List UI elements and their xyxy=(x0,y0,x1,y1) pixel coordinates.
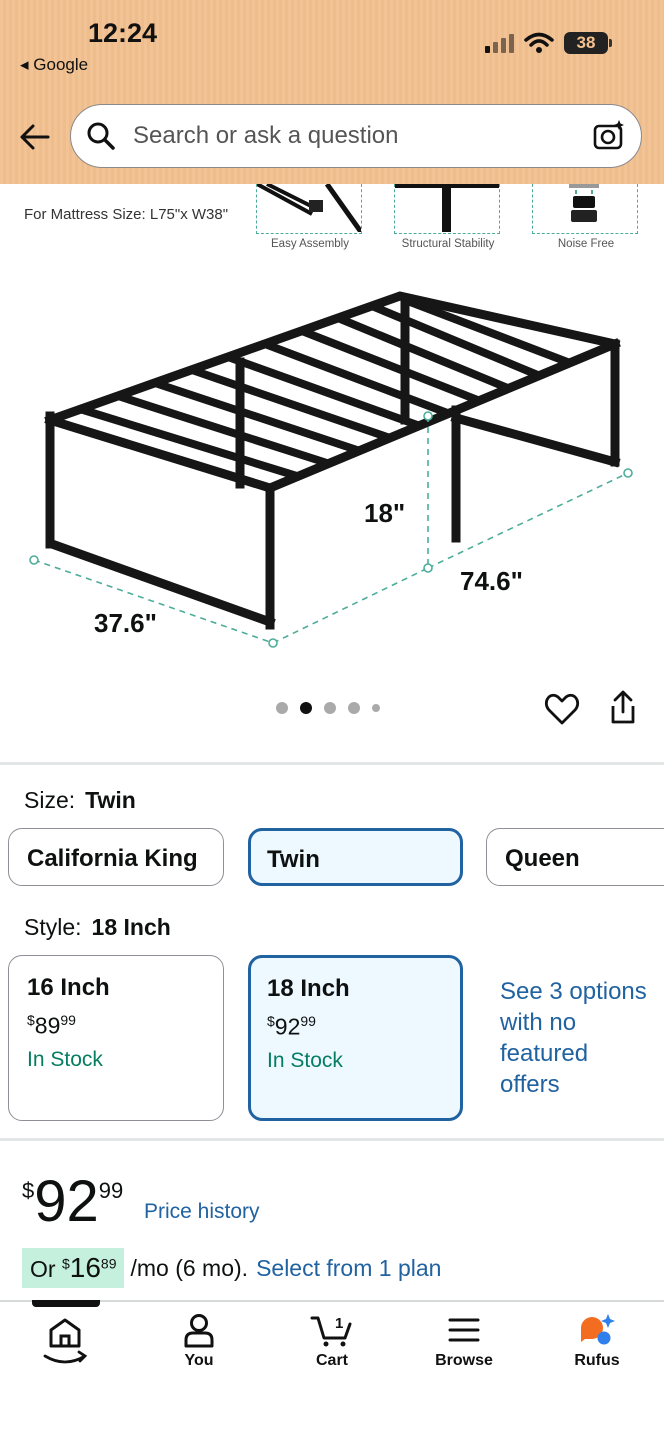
style-label: Style: xyxy=(24,914,82,940)
section-divider xyxy=(0,762,664,765)
carousel-dot-active[interactable] xyxy=(300,702,312,714)
style-option-16-inch[interactable]: 16 Inch $8999 In Stock xyxy=(8,955,224,1121)
search-input[interactable] xyxy=(131,121,575,151)
back-app-label: Google xyxy=(33,55,89,74)
carousel-dot[interactable] xyxy=(276,702,288,714)
monthly-payment-row: Or $1689 /mo (6 mo). Select from 1 plan xyxy=(22,1248,441,1288)
nav-cart[interactable]: 1 Cart xyxy=(277,1312,387,1370)
nav-you[interactable]: You xyxy=(144,1312,254,1370)
nav-label-rufus: Rufus xyxy=(574,1352,620,1369)
feature-label-structural-stability: Structural Stability xyxy=(401,238,495,250)
price-history-link[interactable]: Price history xyxy=(144,1200,260,1224)
carousel-dot[interactable] xyxy=(372,704,380,712)
feature-box-easy-assembly xyxy=(256,182,364,234)
menu-icon xyxy=(448,1318,480,1342)
style-label-row: Style: 18 Inch xyxy=(24,914,171,941)
size-option-label: Twin xyxy=(267,846,320,873)
search-bar[interactable] xyxy=(70,104,642,168)
nav-home[interactable] xyxy=(10,1312,120,1368)
see-more-options-link[interactable]: See 3 options with no featured offers xyxy=(500,976,650,1100)
cart-count: 1 xyxy=(335,1315,343,1332)
home-icon xyxy=(43,1318,88,1364)
dimension-height: 18" xyxy=(364,498,406,528)
section-divider xyxy=(0,1138,664,1141)
mattress-size-caption: For Mattress Size: L75"x W38" xyxy=(24,206,229,223)
carousel-dot[interactable] xyxy=(348,702,360,714)
bed-frame-image xyxy=(29,291,633,648)
size-option-queen[interactable]: Queen xyxy=(486,828,664,886)
wifi-icon xyxy=(524,32,554,53)
active-tab-indicator xyxy=(32,1300,100,1307)
dimension-length: 74.6" xyxy=(460,566,523,596)
nav-label-you: You xyxy=(184,1352,214,1369)
feature-label-noise-free: Noise Free xyxy=(557,238,615,250)
feature-label-easy-assembly: Easy Assembly xyxy=(271,238,349,250)
size-value: Twin xyxy=(85,787,136,813)
battery-icon: 38 xyxy=(564,32,612,54)
cellular-signal-icon xyxy=(485,33,514,53)
camera-search-icon[interactable] xyxy=(591,118,627,154)
style-option-18-inch[interactable]: 18 Inch $9299 In Stock xyxy=(248,955,463,1121)
status-time: 12:24 xyxy=(88,18,158,48)
style-option-stock: In Stock xyxy=(267,1048,343,1072)
select-plan-link[interactable]: Select from 1 plan xyxy=(256,1255,441,1282)
style-value: 18 Inch xyxy=(91,914,171,940)
rufus-icon xyxy=(581,1314,615,1345)
size-option-label: Queen xyxy=(505,845,580,872)
style-option-price: $8999 xyxy=(27,1012,76,1039)
search-icon xyxy=(87,122,115,150)
cart-icon: 1 xyxy=(310,1315,352,1347)
feature-box-noise-free xyxy=(532,184,638,234)
size-option-label: California King xyxy=(27,845,198,872)
style-option-name: 16 Inch xyxy=(27,974,110,1001)
back-to-app-link[interactable]: ◂ Google xyxy=(20,55,88,75)
size-label: Size: xyxy=(24,787,76,813)
share-icon[interactable] xyxy=(608,690,638,726)
nav-label-cart: Cart xyxy=(315,1352,348,1369)
battery-level: 38 xyxy=(576,33,596,52)
dimension-width: 37.6" xyxy=(94,608,157,638)
monthly-terms: /mo (6 mo). xyxy=(130,1254,249,1281)
style-option-name: 18 Inch xyxy=(267,975,350,1002)
user-icon xyxy=(184,1314,214,1348)
main-price: $9299 xyxy=(22,1169,124,1234)
feature-box-structural-stability xyxy=(394,184,500,234)
nav-browse[interactable]: Browse xyxy=(409,1312,519,1370)
back-arrow-icon[interactable] xyxy=(18,120,52,154)
heart-icon[interactable] xyxy=(544,692,580,726)
nav-rufus[interactable]: Rufus xyxy=(542,1312,652,1370)
image-carousel-dots[interactable] xyxy=(276,702,380,714)
style-option-price: $9299 xyxy=(267,1013,316,1040)
nav-label-browse: Browse xyxy=(435,1352,493,1369)
size-option-twin[interactable]: Twin xyxy=(248,828,463,886)
monthly-price-highlight: Or $1689 xyxy=(22,1248,125,1288)
carousel-dot[interactable] xyxy=(324,702,336,714)
style-option-stock: In Stock xyxy=(27,1047,103,1071)
status-icons: 38 xyxy=(485,32,612,54)
size-option-california-king[interactable]: California King xyxy=(8,828,224,886)
size-label-row: Size: Twin xyxy=(24,787,136,814)
app-header: 12:24 ◂ Google 38 xyxy=(0,0,664,184)
